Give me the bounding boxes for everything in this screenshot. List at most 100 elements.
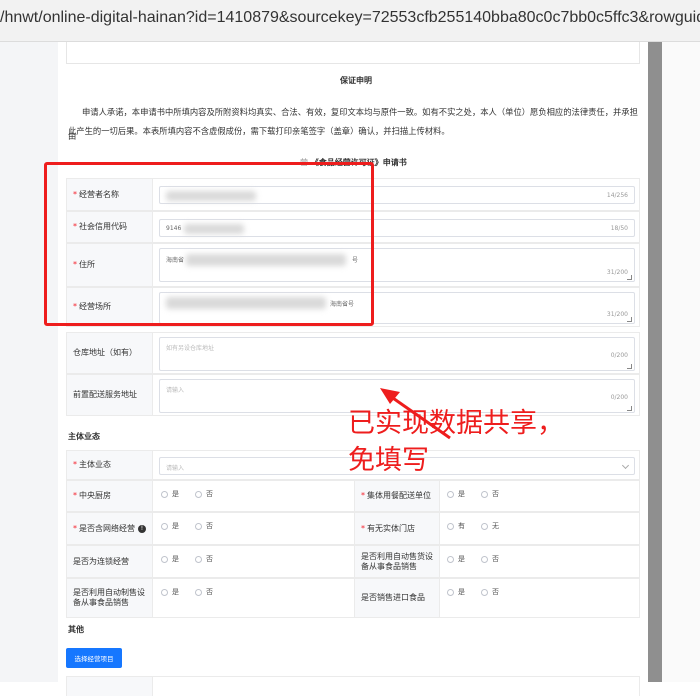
radio-option-label: 否 [206, 522, 213, 530]
field-row-warehouse: 仓库地址（如有） 如有另设仓库地址 0/200 [66, 332, 640, 374]
radio-circle-icon [161, 490, 168, 498]
required-mark: * [73, 491, 77, 500]
resize-handle[interactable] [627, 364, 632, 369]
radio-option-label: 是 [458, 490, 465, 498]
radio-option[interactable]: 否 [195, 521, 213, 531]
radio-row: * 是否含网络经营! 是否 * 有无实体门店有无 [66, 512, 640, 545]
char-counter: 18/50 [610, 225, 628, 232]
annotation-text: 已实现数据共享，免填写 [348, 408, 564, 476]
radio-option[interactable]: 是 [447, 489, 465, 499]
radio-row-left-label: 是否含网络经营 [79, 523, 135, 533]
radio-option-label: 是 [458, 588, 465, 596]
radio-option[interactable]: 有 [447, 521, 465, 531]
resize-handle[interactable] [627, 406, 632, 411]
radio-option[interactable]: 是 [161, 587, 179, 597]
radio-circle-icon [481, 555, 488, 563]
delivery-label: 前置配送服务地址 [73, 390, 137, 399]
radio-row: 是否为连锁经营 是 否 是否利用自动售货设备从事食品销售 是 否 [66, 545, 640, 578]
select-business-items-button[interactable]: 选择经营项目 [66, 648, 122, 668]
url-text[interactable]: /hnwt/online-digital-hainan?id=1410879&s… [0, 9, 700, 27]
resize-handle[interactable] [627, 317, 632, 322]
radio-circle-icon [447, 588, 454, 596]
field-label-right: * 有无实体门店 [354, 513, 440, 544]
right-gutter [662, 42, 700, 682]
info-icon[interactable]: ! [138, 524, 146, 533]
radio-option-label: 否 [206, 555, 213, 563]
radio-circle-icon [481, 490, 488, 498]
top-frame [66, 42, 640, 64]
radio-option-label: 是 [458, 555, 465, 563]
radio-row-right-label: 是否利用自动售货设备从事食品销售 [361, 551, 433, 571]
radio-option-label: 是 [172, 555, 179, 563]
radio-circle-icon [195, 522, 202, 530]
field-label: * 中央厨房 [67, 481, 153, 511]
field-label-right: * 集体用餐配送单位 [354, 481, 440, 511]
radio-option-label: 是 [172, 522, 179, 530]
main-business-label: 主体业态 [79, 460, 111, 469]
field-label-right: 是否销售进口食品 [354, 579, 440, 617]
radio-option[interactable]: 是 [161, 521, 179, 531]
char-counter: 31/200 [606, 311, 628, 318]
declaration-title: 保证申明 [340, 76, 372, 85]
radio-row-right-label: 集体用餐配送单位 [367, 491, 431, 500]
radio-option[interactable]: 否 [195, 554, 213, 564]
annotation-highlight-box [44, 162, 374, 326]
radio-circle-icon [195, 555, 202, 563]
resize-handle[interactable] [627, 275, 632, 280]
radio-row: * 中央厨房是否 * 集体用餐配送单位是否 [66, 480, 640, 512]
char-counter: 31/200 [606, 269, 628, 276]
warehouse-label: 仓库地址（如有） [73, 348, 137, 357]
radio-row-right-label: 是否销售进口食品 [361, 593, 425, 602]
field-label: 前置配送服务地址 [67, 375, 153, 415]
radio-circle-icon [447, 490, 454, 498]
radio-option[interactable]: 否 [195, 489, 213, 499]
required-mark: * [73, 523, 77, 533]
declaration-text-line2: 此产生的一切后果。本表所填内容不含虚假成份，需下载打印亲笔签字（盖章）确认，并扫… [68, 126, 450, 136]
delivery-placeholder: 请输入 [166, 387, 185, 394]
radio-option[interactable]: 否 [481, 489, 499, 499]
radio-option[interactable]: 是 [447, 587, 465, 597]
radio-row-left-label: 中央厨房 [79, 491, 111, 500]
field-label: * 是否含网络经营! [67, 513, 153, 544]
radio-option-label: 否 [492, 555, 499, 563]
radio-option[interactable]: 否 [481, 554, 499, 564]
radio-row-left-label: 是否为连锁经营 [73, 556, 129, 566]
radio-option-label: 是 [172, 490, 179, 498]
char-counter: 14/256 [606, 192, 628, 199]
radio-option[interactable]: 是 [161, 489, 179, 499]
radio-circle-icon [481, 588, 488, 596]
field-label: * 主体业态 [67, 451, 153, 479]
radio-circle-icon [195, 588, 202, 596]
field-label-right: 是否利用自动售货设备从事食品销售 [354, 546, 440, 577]
main-business-placeholder: 请输入 [166, 465, 185, 472]
radio-circle-icon [161, 522, 168, 530]
field-row-next [66, 676, 640, 696]
radio-option[interactable]: 否 [481, 587, 499, 597]
field-label: 是否为连锁经营 [67, 546, 153, 577]
vertical-scrollbar[interactable] [648, 42, 662, 682]
radio-option-label: 否 [492, 490, 499, 498]
char-counter: 0/200 [610, 352, 628, 359]
application-form: 保证申明 申请人承诺，本申请书中所填内容及所附资料均真实、合法、有效，复印文本均… [58, 42, 648, 696]
radio-option-label: 是 [172, 588, 179, 596]
left-gutter [0, 42, 58, 682]
radio-option[interactable]: 无 [481, 521, 499, 531]
radio-circle-icon [447, 555, 454, 563]
radio-option-label: 否 [492, 588, 499, 596]
radio-row-left-label: 是否利用自动制售设备从事食品销售 [73, 588, 145, 607]
address-bar[interactable]: /hnwt/online-digital-hainan?id=1410879&s… [0, 0, 700, 42]
radio-option[interactable]: 是 [161, 554, 179, 564]
radio-option[interactable]: 是 [447, 554, 465, 564]
section-title-business: 主体业态 [68, 432, 100, 441]
radio-circle-icon [481, 522, 488, 530]
char-counter: 0/200 [610, 394, 628, 401]
radio-circle-icon [161, 555, 168, 563]
field-label: 仓库地址（如有） [67, 333, 153, 373]
warehouse-textarea[interactable]: 如有另设仓库地址 0/200 [159, 337, 635, 371]
radio-option-label: 有 [458, 522, 465, 530]
radio-circle-icon [195, 490, 202, 498]
radio-option-label: 否 [206, 588, 213, 596]
radio-option[interactable]: 否 [195, 587, 213, 597]
field-label: 是否利用自动制售设备从事食品销售 [67, 579, 153, 617]
radio-row-right-label: 有无实体门店 [367, 523, 415, 533]
